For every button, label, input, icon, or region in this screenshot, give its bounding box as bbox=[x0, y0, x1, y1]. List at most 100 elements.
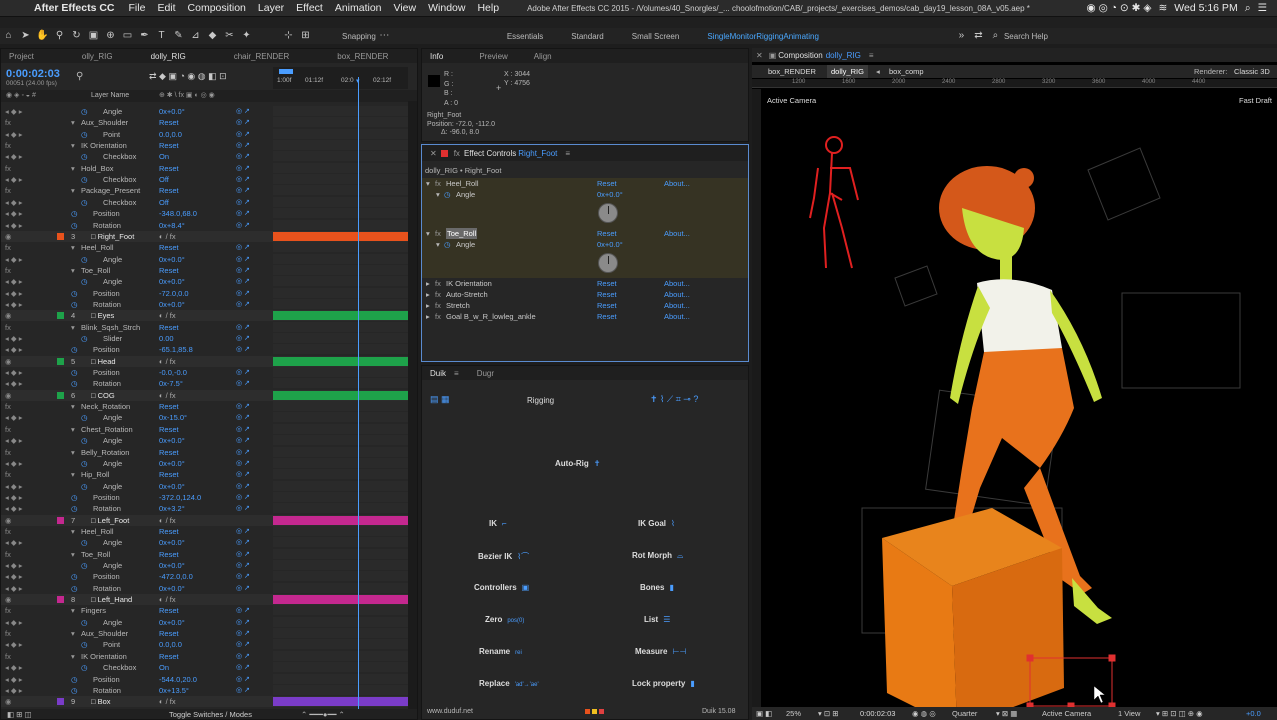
layer-duration-bar[interactable] bbox=[273, 595, 408, 605]
composition-tab-label[interactable]: Composition bbox=[778, 51, 822, 60]
property-value[interactable]: 0x+8.4° bbox=[159, 220, 185, 231]
property-row[interactable]: ◂ ◆ ▸ ◷ Checkbox On ◎ ↗ bbox=[1, 662, 417, 673]
expression-pickwhip-icon[interactable]: ◎ ↗ bbox=[236, 549, 250, 560]
wifi-icon[interactable]: ≋ bbox=[1158, 2, 1167, 14]
keyframe-nav-icon[interactable]: fx bbox=[5, 163, 11, 174]
property-value[interactable]: -72.0,0.0 bbox=[159, 288, 189, 299]
app-name[interactable]: After Effects CC bbox=[34, 2, 115, 14]
property-track[interactable] bbox=[273, 242, 408, 253]
keyframe-nav-icon[interactable]: fx bbox=[5, 469, 11, 480]
stopwatch-icon[interactable]: ◷ bbox=[81, 129, 88, 140]
expression-pickwhip-icon[interactable]: ◎ ↗ bbox=[236, 526, 250, 537]
keyframe-nav-icon[interactable]: ◂ ◆ ▸ bbox=[5, 129, 22, 140]
keyframe-nav-icon[interactable]: ◂ ◆ ▸ bbox=[5, 492, 22, 503]
expression-pickwhip-icon[interactable]: ◎ ↗ bbox=[236, 276, 250, 287]
panel-menu-icon[interactable]: ≡ bbox=[454, 369, 459, 378]
property-row[interactable]: ◂ ◆ ▸ ◷ Position -472.0,0.0 ◎ ↗ bbox=[1, 571, 417, 582]
pan-behind-icon[interactable]: ⊕ bbox=[104, 30, 117, 42]
more-workspaces-icon[interactable]: » bbox=[955, 30, 968, 42]
layer-name[interactable]: □ Right_Foot bbox=[91, 231, 134, 242]
angle-dial[interactable] bbox=[598, 203, 618, 223]
twirl-icon[interactable]: ▾ bbox=[71, 424, 75, 435]
property-row[interactable]: ◂ ◆ ▸ ◷ Angle 0x+0.0° ◎ ↗ bbox=[1, 560, 417, 571]
effect-auto-stretch[interactable]: Auto-Stretch bbox=[446, 289, 488, 300]
property-value[interactable]: Reset bbox=[159, 401, 179, 412]
expression-pickwhip-icon[interactable]: ◎ ↗ bbox=[236, 469, 250, 480]
stopwatch-icon[interactable]: ◷ bbox=[71, 503, 78, 514]
property-value[interactable]: Off bbox=[159, 174, 169, 185]
snapping-label[interactable]: Snapping bbox=[342, 32, 376, 41]
property-value[interactable]: 0x+3.2° bbox=[159, 503, 185, 514]
expression-pickwhip-icon[interactable]: ◎ ↗ bbox=[236, 163, 250, 174]
layer-duration-bar[interactable] bbox=[273, 231, 408, 241]
close-icon[interactable]: ✕ bbox=[430, 149, 437, 158]
stopwatch-icon[interactable]: ◷ bbox=[81, 617, 88, 628]
bones-button[interactable]: Bones ▮ bbox=[640, 583, 674, 592]
expression-pickwhip-icon[interactable]: ◎ ↗ bbox=[236, 447, 250, 458]
layer-switches[interactable]: ◐ / fx bbox=[159, 356, 176, 367]
stopwatch-icon[interactable]: ◷ bbox=[81, 458, 88, 469]
keyframe-nav-icon[interactable]: ◂ ◆ ▸ bbox=[5, 174, 22, 185]
property-row[interactable]: ◂ ◆ ▸ ◷ Rotation 0x+8.4° ◎ ↗ bbox=[1, 219, 417, 231]
stopwatch-icon[interactable]: ◷ bbox=[81, 254, 88, 265]
search-layers-icon[interactable]: ⚲ bbox=[76, 71, 83, 82]
stopwatch-icon[interactable]: ◷ bbox=[81, 412, 88, 423]
expression-pickwhip-icon[interactable]: ◎ ↗ bbox=[236, 424, 250, 435]
layer-duration-bar[interactable] bbox=[273, 697, 408, 707]
property-value[interactable]: -544.0,20.0 bbox=[159, 674, 197, 685]
layer-name[interactable]: □ Left_Hand bbox=[91, 594, 132, 605]
property-value[interactable]: Reset bbox=[159, 605, 179, 616]
stopwatch-icon[interactable]: ◷ bbox=[444, 189, 451, 200]
heel-roll-name[interactable]: Heel_Roll bbox=[446, 178, 479, 189]
layer-duration-bar[interactable] bbox=[273, 390, 408, 400]
stopwatch-icon[interactable]: ◷ bbox=[71, 571, 78, 582]
menu-effect[interactable]: Effect bbox=[296, 2, 323, 14]
camera-dropdown[interactable]: Active Camera bbox=[1042, 707, 1091, 720]
property-row[interactable]: ◂ ◆ ▸ ◷ Rotation 0x+3.2° ◎ ↗ bbox=[1, 503, 417, 514]
property-row[interactable]: fx ▾ Aux_Shoulder Reset ◎ ↗ bbox=[1, 117, 417, 128]
property-track[interactable] bbox=[273, 537, 408, 548]
expression-pickwhip-icon[interactable]: ◎ ↗ bbox=[236, 503, 250, 514]
property-row[interactable]: ◂ ◆ ▸ ◷ Angle 0x+0.0° ◎ ↗ bbox=[1, 435, 417, 446]
property-track[interactable] bbox=[273, 491, 408, 502]
stopwatch-icon[interactable]: ◷ bbox=[81, 106, 88, 117]
shape-tool-icon[interactable]: ▭ bbox=[121, 30, 134, 42]
property-row[interactable]: ◂ ◆ ▸ ◷ Angle 0x+0.0° ◎ ↗ bbox=[1, 480, 417, 492]
keyframe-nav-icon[interactable]: ◂ ◆ ▸ bbox=[5, 662, 22, 673]
property-track[interactable] bbox=[273, 582, 408, 593]
toe-roll-name[interactable]: Toe_Roll bbox=[446, 228, 478, 239]
property-value[interactable]: Reset bbox=[159, 424, 179, 435]
keyframe-nav-icon[interactable]: ◂ ◆ ▸ bbox=[5, 571, 22, 582]
label-color-swatch[interactable] bbox=[57, 698, 64, 706]
pen-tool-icon[interactable]: ✒ bbox=[138, 30, 151, 42]
keyframe-nav-icon[interactable]: ◂ ◆ ▸ bbox=[5, 674, 22, 685]
expression-pickwhip-icon[interactable]: ◎ ↗ bbox=[236, 571, 250, 582]
ik-button[interactable]: IK ⌐ bbox=[489, 519, 507, 528]
property-row[interactable]: fx ▾ Neck_Rotation Reset ◎ ↗ bbox=[1, 401, 417, 412]
property-row[interactable]: ◂ ◆ ▸ ◷ Angle 0x+0.0° ◎ ↗ bbox=[1, 616, 417, 628]
visibility-icon[interactable]: ◉ bbox=[5, 356, 12, 367]
footer-icons[interactable]: ◧ ⊞ ◫ bbox=[7, 709, 32, 719]
property-value[interactable]: 0x+13.5° bbox=[159, 685, 189, 696]
visibility-icon[interactable]: ◉ bbox=[5, 594, 12, 605]
property-track[interactable] bbox=[273, 605, 408, 616]
property-value[interactable]: Reset bbox=[159, 242, 179, 253]
label-color-swatch[interactable] bbox=[57, 596, 64, 604]
property-value[interactable]: -0.0,-0.0 bbox=[159, 367, 187, 378]
crumb-dolly-rig[interactable]: dolly_RIG bbox=[827, 65, 868, 78]
property-row[interactable]: ◂ ◆ ▸ ◷ Angle 0x+0.0° ◎ ↗ bbox=[1, 537, 417, 548]
tab-preview[interactable]: Preview bbox=[479, 52, 507, 61]
layer-switches[interactable]: ◐ / fx bbox=[159, 310, 176, 321]
property-value[interactable]: 0x+0.0° bbox=[159, 435, 185, 446]
expression-pickwhip-icon[interactable]: ◎ ↗ bbox=[236, 140, 250, 151]
lock-property-button[interactable]: Lock property ▮ bbox=[632, 679, 695, 688]
twirl-icon[interactable]: ▾ bbox=[71, 401, 75, 412]
keyframe-nav-icon[interactable]: ◂ ◆ ▸ bbox=[5, 106, 22, 117]
tab-dolly-rig[interactable]: dolly_RIG bbox=[151, 52, 186, 61]
stopwatch-icon[interactable]: ◷ bbox=[81, 560, 88, 571]
property-track[interactable] bbox=[273, 639, 408, 650]
keyframe-nav-icon[interactable]: ◂ ◆ ▸ bbox=[5, 288, 22, 299]
property-track[interactable] bbox=[273, 162, 408, 173]
effect-ik-orientation[interactable]: IK Orientation bbox=[446, 278, 492, 289]
property-value[interactable]: Reset bbox=[159, 469, 179, 480]
